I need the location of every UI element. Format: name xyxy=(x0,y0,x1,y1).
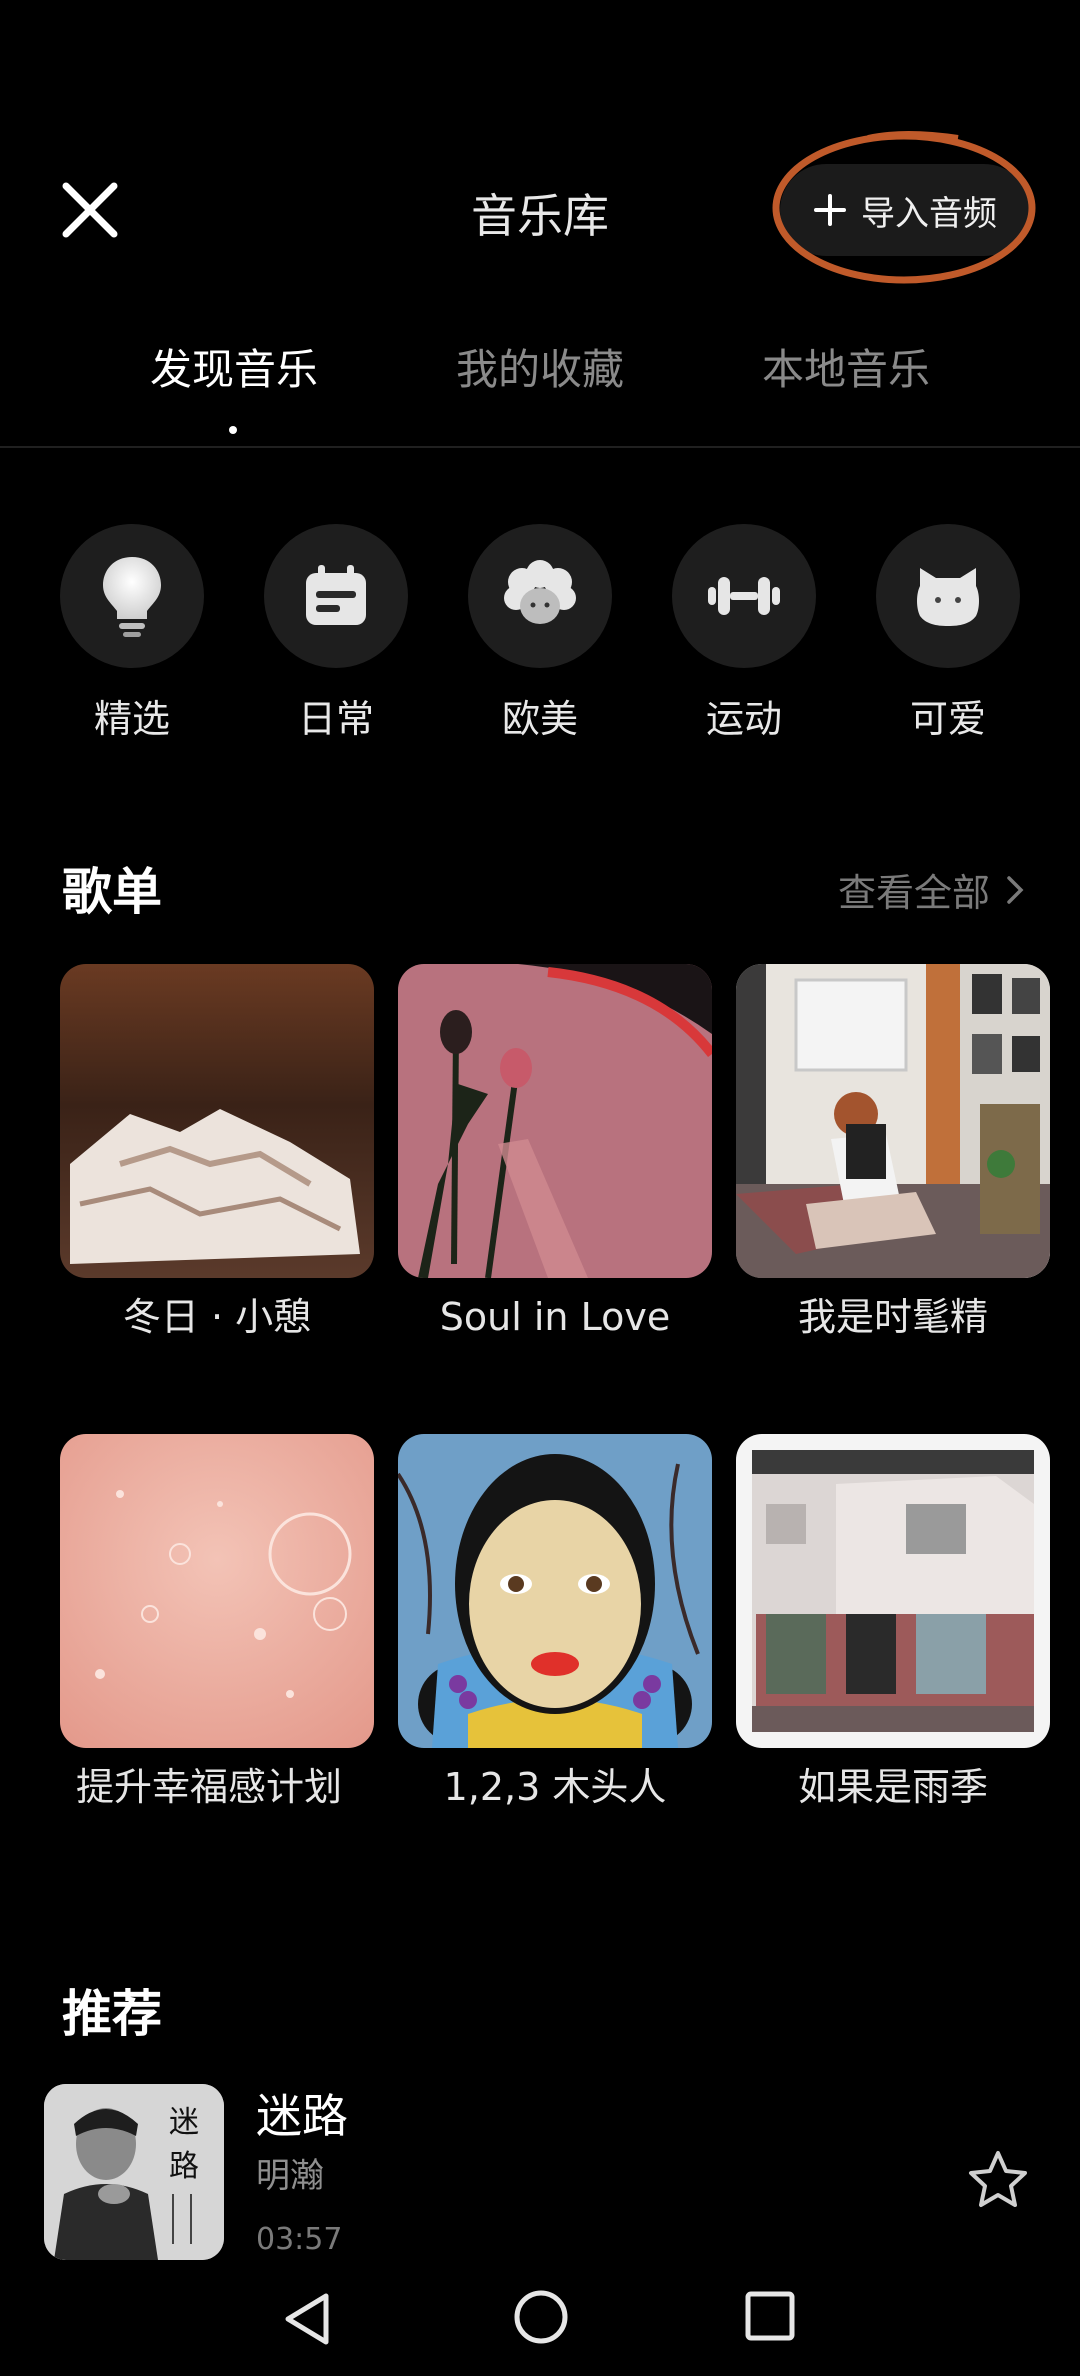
svg-text:路: 路 xyxy=(169,2149,199,2184)
playlist-card[interactable]: 如果是雨季 xyxy=(736,1434,1050,1812)
playlist-cover xyxy=(398,964,712,1278)
category-daily[interactable]: 日常 xyxy=(264,524,408,743)
playlist-cover xyxy=(398,1434,712,1748)
category-featured[interactable]: 精选 xyxy=(60,524,204,743)
category-label: 精选 xyxy=(93,697,170,741)
cat-face-icon xyxy=(917,568,979,626)
dumbbell-icon xyxy=(708,577,780,615)
song-artist: 明瀚 xyxy=(256,2156,324,2196)
lightbulb-icon xyxy=(103,557,161,637)
song-cover: 迷 路 xyxy=(44,2084,224,2260)
playlist-cover xyxy=(736,964,1050,1278)
category-western[interactable]: 欧美 xyxy=(468,524,612,743)
playlist-name: Soul in Love xyxy=(439,1295,671,1339)
playlist-card[interactable]: 冬日 · 小憩 xyxy=(60,964,374,1342)
tab-local-music[interactable]: 本地音乐 xyxy=(716,336,976,397)
song-cover-text: 迷 xyxy=(169,2105,199,2140)
highlight-circle-annotation xyxy=(772,131,1036,284)
tab-bar: 发现音乐 我的收藏 本地音乐 xyxy=(0,336,1080,406)
playlist-name: 如果是雨季 xyxy=(797,1765,988,1809)
playlist-card[interactable]: 提升幸福感计划 xyxy=(60,1434,374,1812)
playlist-name: 冬日 · 小憩 xyxy=(122,1295,312,1339)
tab-my-favorites[interactable]: 我的收藏 xyxy=(410,336,670,397)
playlist-cover xyxy=(60,964,374,1278)
calendar-icon xyxy=(306,565,366,625)
system-nav-bar xyxy=(0,2262,1080,2376)
playlist-name: 1,2,3 木头人 xyxy=(443,1765,667,1809)
favorite-star-icon[interactable] xyxy=(966,2148,1030,2212)
category-sports[interactable]: 运动 xyxy=(672,524,816,743)
category-label: 日常 xyxy=(297,697,374,741)
tab-discover-music[interactable]: 发现音乐 xyxy=(104,336,364,397)
playlist-cover xyxy=(60,1434,374,1748)
playlist-name: 我是时髦精 xyxy=(797,1295,988,1339)
view-all-label: 查看全部 xyxy=(837,871,990,915)
playlist-cover xyxy=(736,1434,1050,1748)
category-label: 可爱 xyxy=(909,697,986,741)
playlist-card[interactable]: 1,2,3 木头人 xyxy=(398,1434,712,1812)
chevron-right-icon xyxy=(1007,875,1024,904)
song-duration: 03:57 xyxy=(256,2222,343,2257)
view-all-link[interactable]: 查看全部 xyxy=(838,862,1024,917)
category-label: 运动 xyxy=(705,697,782,741)
recommend-section-title: 推荐 xyxy=(62,1985,162,2043)
playlist-card[interactable]: Soul in Love xyxy=(398,964,712,1342)
divider xyxy=(0,446,1080,448)
active-tab-indicator xyxy=(229,426,237,434)
recents-square-icon[interactable] xyxy=(744,2290,796,2342)
curly-hair-avatar-icon xyxy=(504,560,576,624)
playlist-card[interactable]: 我是时髦精 xyxy=(736,964,1050,1342)
playlist-name: 提升幸福感计划 xyxy=(76,1765,343,1809)
song-title: 迷路 xyxy=(256,2089,348,2143)
playlists-section-title: 歌单 xyxy=(62,863,162,921)
back-triangle-icon[interactable] xyxy=(280,2290,336,2348)
home-circle-icon[interactable] xyxy=(512,2288,570,2346)
category-label: 欧美 xyxy=(501,697,578,741)
category-cute[interactable]: 可爱 xyxy=(876,524,1020,743)
